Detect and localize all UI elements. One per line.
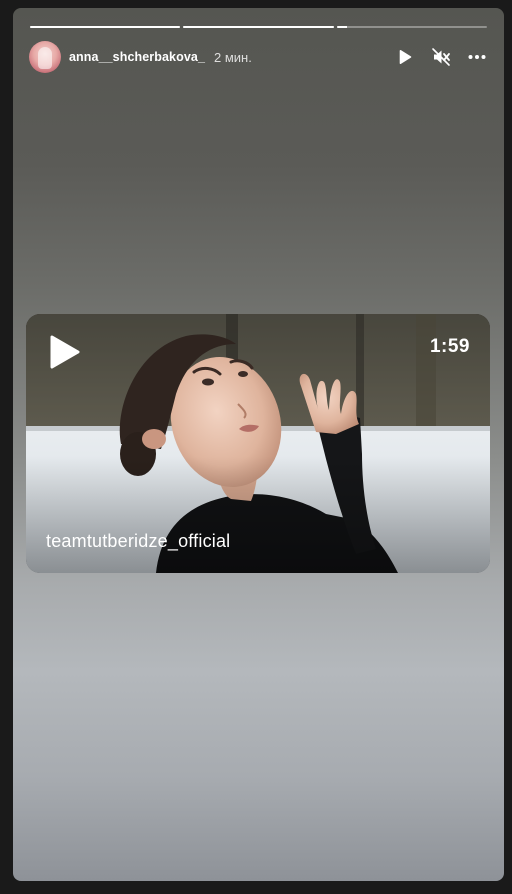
progress-segment xyxy=(30,26,181,28)
avatar[interactable] xyxy=(29,41,61,73)
story-controls xyxy=(394,46,488,68)
video-play-button[interactable] xyxy=(46,334,82,370)
progress-segment xyxy=(183,26,334,28)
shared-post-author[interactable]: teamtutberidze_official xyxy=(46,531,230,552)
author-username[interactable]: anna__shcherbakova_ xyxy=(69,50,205,64)
more-button[interactable] xyxy=(466,46,488,68)
progress-segment xyxy=(336,26,487,28)
play-button[interactable] xyxy=(394,46,416,68)
mute-button[interactable] xyxy=(430,46,452,68)
video-duration: 1:59 xyxy=(429,336,470,357)
story-header: anna__shcherbakova_ 2 мин. xyxy=(29,41,488,73)
story-progress-bar xyxy=(30,26,487,28)
story-viewer: anna__shcherbakova_ 2 мин. 1:59 teamtutb… xyxy=(13,8,504,881)
more-horizontal-icon xyxy=(468,55,486,59)
muted-speaker-icon xyxy=(432,48,450,66)
shared-video-card[interactable]: 1:59 teamtutberidze_official xyxy=(26,314,490,573)
post-time: 2 мин. xyxy=(214,49,252,65)
play-icon xyxy=(399,50,412,64)
